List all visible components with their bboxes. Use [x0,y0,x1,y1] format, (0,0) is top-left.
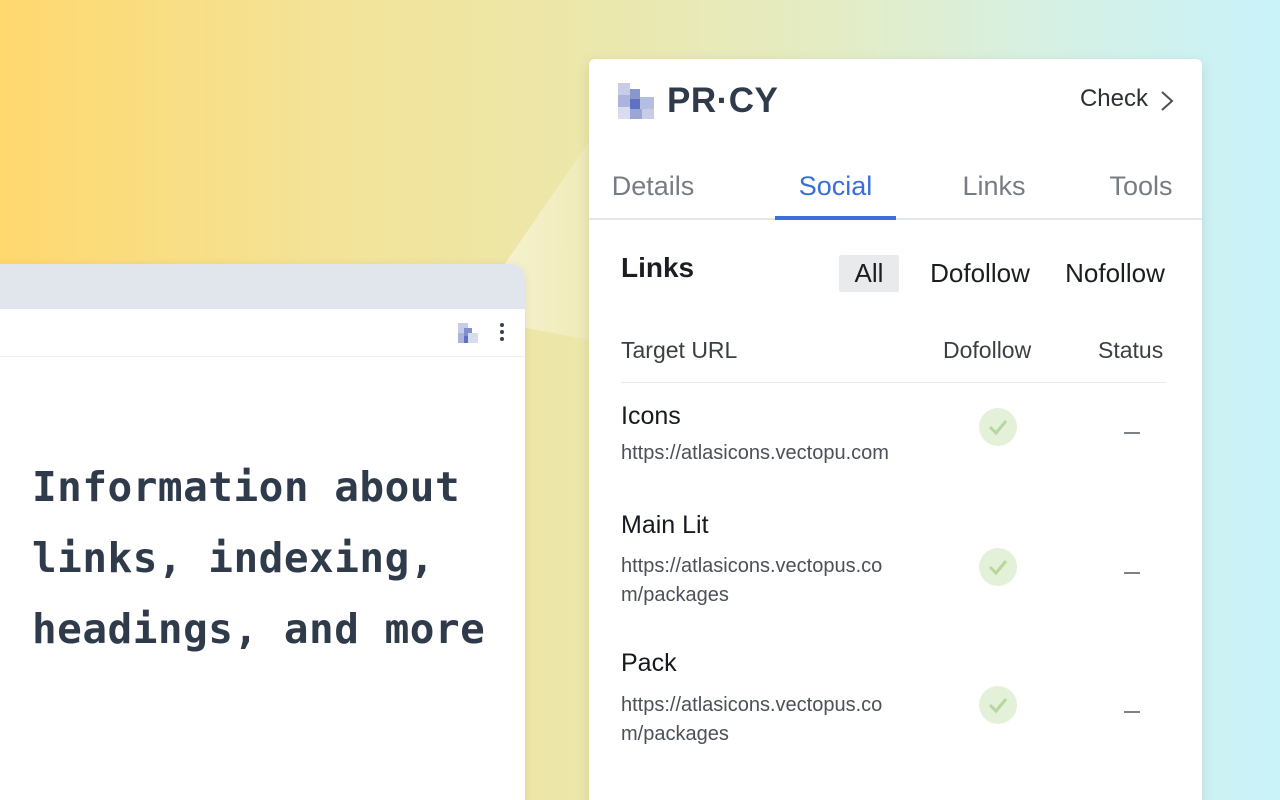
dofollow-check-icon [979,548,1017,586]
check-button[interactable]: Check [1080,85,1174,113]
browser-tab-strip [0,264,525,309]
kebab-menu-icon[interactable] [496,323,508,343]
browser-toolbar [0,309,525,357]
extension-popup: PR·CY Check Details Social Links Tools L… [589,59,1202,800]
browser-window: Information about links, indexing, headi… [0,264,525,800]
tab-links[interactable]: Links [944,163,1044,220]
section-title: Links [621,252,695,283]
prcy-extension-icon[interactable] [458,323,478,343]
filter-nofollow[interactable]: Nofollow [1057,255,1173,292]
row-url[interactable]: https://atlasicons.vectopu.com [621,439,941,468]
row-url[interactable]: https://atlasicons.vectopus.com/packages [621,552,891,610]
tab-tools[interactable]: Tools [1095,163,1187,220]
prcy-logo-icon [618,83,654,119]
filter-dofollow[interactable]: Dofollow [921,255,1039,292]
tab-details[interactable]: Details [589,163,717,220]
status-dash [1124,432,1140,434]
row-url[interactable]: https://atlasicons.vectopus.com/packages [621,691,891,749]
column-header-status: Status [1098,337,1164,363]
column-header-dofollow: Dofollow [943,337,1032,363]
status-dash [1124,572,1140,574]
hero-text: Information about links, indexing, headi… [32,463,486,653]
logo: PR·CY [618,81,779,120]
check-label: Check [1079,85,1148,112]
row-title: Pack [621,649,677,677]
logo-text: PR·CY [667,81,779,120]
dofollow-check-icon [979,408,1017,446]
column-header-target-url: Target URL [621,337,738,363]
dofollow-check-icon [979,686,1017,724]
tab-social[interactable]: Social [775,163,896,220]
status-dash [1124,711,1140,713]
row-title: Icons [621,402,681,430]
row-title: Main Lit [621,511,709,539]
header-divider [621,382,1166,383]
chevron-right-icon [1161,91,1174,111]
filter-all[interactable]: All [839,255,899,292]
tab-bar: Details Social Links Tools [589,163,1202,220]
